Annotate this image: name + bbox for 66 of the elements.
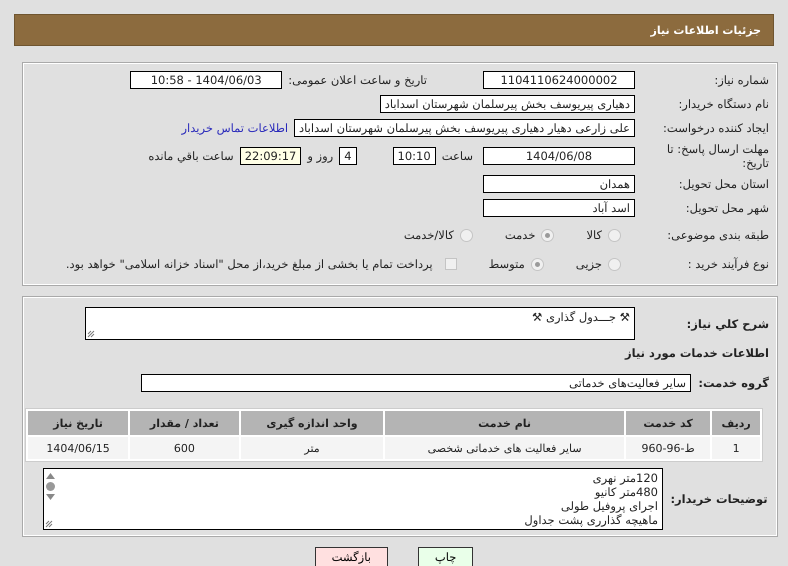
resize-grip-icon[interactable] (87, 330, 95, 338)
checkbox[interactable] (444, 258, 457, 270)
note-line: 120متر نهری (592, 471, 658, 485)
resize-grip-icon[interactable] (45, 520, 53, 528)
field-label: شهر محل تحویل: (684, 201, 769, 215)
note-line: 480متر کانیو (593, 485, 658, 499)
back-button[interactable]: بازگشت (314, 547, 388, 566)
radio-label: کالا (586, 228, 602, 242)
field-value: 10:10 (392, 147, 436, 165)
field-value: 1404/06/08 (483, 147, 635, 165)
scroll-up-icon[interactable] (46, 473, 55, 479)
field-label: شرح كلي نياز: (686, 316, 769, 330)
table-cell: سایر فعالیت های خدماتی شخصی (385, 437, 624, 459)
field-label: استان محل تحویل: (678, 177, 769, 191)
column-header: ردیف (712, 411, 760, 435)
checkbox-label: پرداخت تمام یا بخشی از مبلغ خرید،از محل "اسناد خزانه اسلامی" خواهد بود. (66, 257, 433, 271)
field-label: روز و (307, 149, 334, 163)
column-header: کد خدمت (626, 411, 710, 435)
field-label: مهلت ارسال پاسخ: تا تاریخ: (666, 142, 769, 170)
column-header: واحد اندازه گیری (240, 411, 384, 435)
field-label: تاریخ و ساعت اعلان عمومی: (288, 73, 427, 87)
field-label: ساعت (442, 149, 473, 163)
field-value: 1404/06/03 - 10:58 (130, 71, 282, 89)
contact-link[interactable]: اطلاعات تماس خریدار (182, 121, 288, 135)
radio-button[interactable] (530, 258, 544, 270)
table-cell: 600 (130, 437, 239, 459)
column-header: تعداد / مقدار (130, 411, 239, 435)
notes-field[interactable]: 120متر نهری 480متر کانیو اجرای پروفیل طولی ماهیچه گذارری پشت جداول (43, 468, 663, 530)
field-value: علی زارعی دهیار دهیاری پیریوسف بخش پیرسلمان شهرستان اسداباد (294, 119, 635, 137)
field-label: شماره نیاز: (713, 73, 769, 87)
field-value: سایر فعالیت‌های خدماتی (141, 374, 691, 392)
countdown-value: 22:09:17 (240, 147, 302, 165)
radio-label: متوسط (488, 257, 525, 271)
field-label: گروه خدمت: (697, 376, 769, 390)
radio-button[interactable] (541, 228, 554, 242)
print-button[interactable]: چاپ (418, 547, 474, 566)
field-label: توضیحات خریدار: (669, 492, 769, 506)
field-label: ایجاد کننده درخواست: (662, 121, 769, 135)
field-label: نام دستگاه خریدار: (677, 97, 769, 111)
field-label: نوع فرآیند خرید : (686, 257, 769, 271)
note-line: اجرای پروفیل طولی (560, 499, 658, 513)
radio-button[interactable] (608, 258, 621, 270)
field-value: اسد آباد (483, 199, 635, 217)
radio-label: کالا/خدمت (404, 228, 454, 242)
note-line: ماهیچه گذارری پشت جداول (523, 513, 658, 527)
field-label: طبقه بندی موضوعی: (666, 228, 769, 242)
scroll-down-icon[interactable] (46, 494, 55, 500)
table-cell: ط-96-960 (626, 437, 710, 459)
radio-label: خدمت (504, 228, 536, 242)
field-value: 4 (339, 147, 357, 165)
section-title: اطلاعات خدمات مورد نیاز (625, 346, 769, 360)
scroll-thumb[interactable] (46, 482, 55, 491)
table-cell: 1404/06/15 (28, 437, 128, 459)
field-label: ساعت باقي مانده (148, 149, 234, 163)
table-cell: متر (240, 437, 384, 459)
column-header: تاریخ نیاز (28, 411, 128, 435)
field-value: 1104110624000002 (483, 71, 635, 89)
radio-button[interactable] (608, 228, 621, 242)
description-field[interactable]: ⚒ جـــدول گذاری ⚒ (85, 307, 635, 340)
page-title: جزئیات اطلاعات نیاز (650, 24, 761, 36)
radio-label: جزیی (576, 257, 602, 271)
radio-button[interactable] (460, 228, 473, 242)
column-header: نام خدمت (385, 411, 624, 435)
table-cell: 1 (712, 437, 760, 459)
field-value: دهیاری پیریوسف بخش پیرسلمان شهرستان اسداباد (380, 95, 635, 113)
field-value: همدان (483, 175, 635, 193)
